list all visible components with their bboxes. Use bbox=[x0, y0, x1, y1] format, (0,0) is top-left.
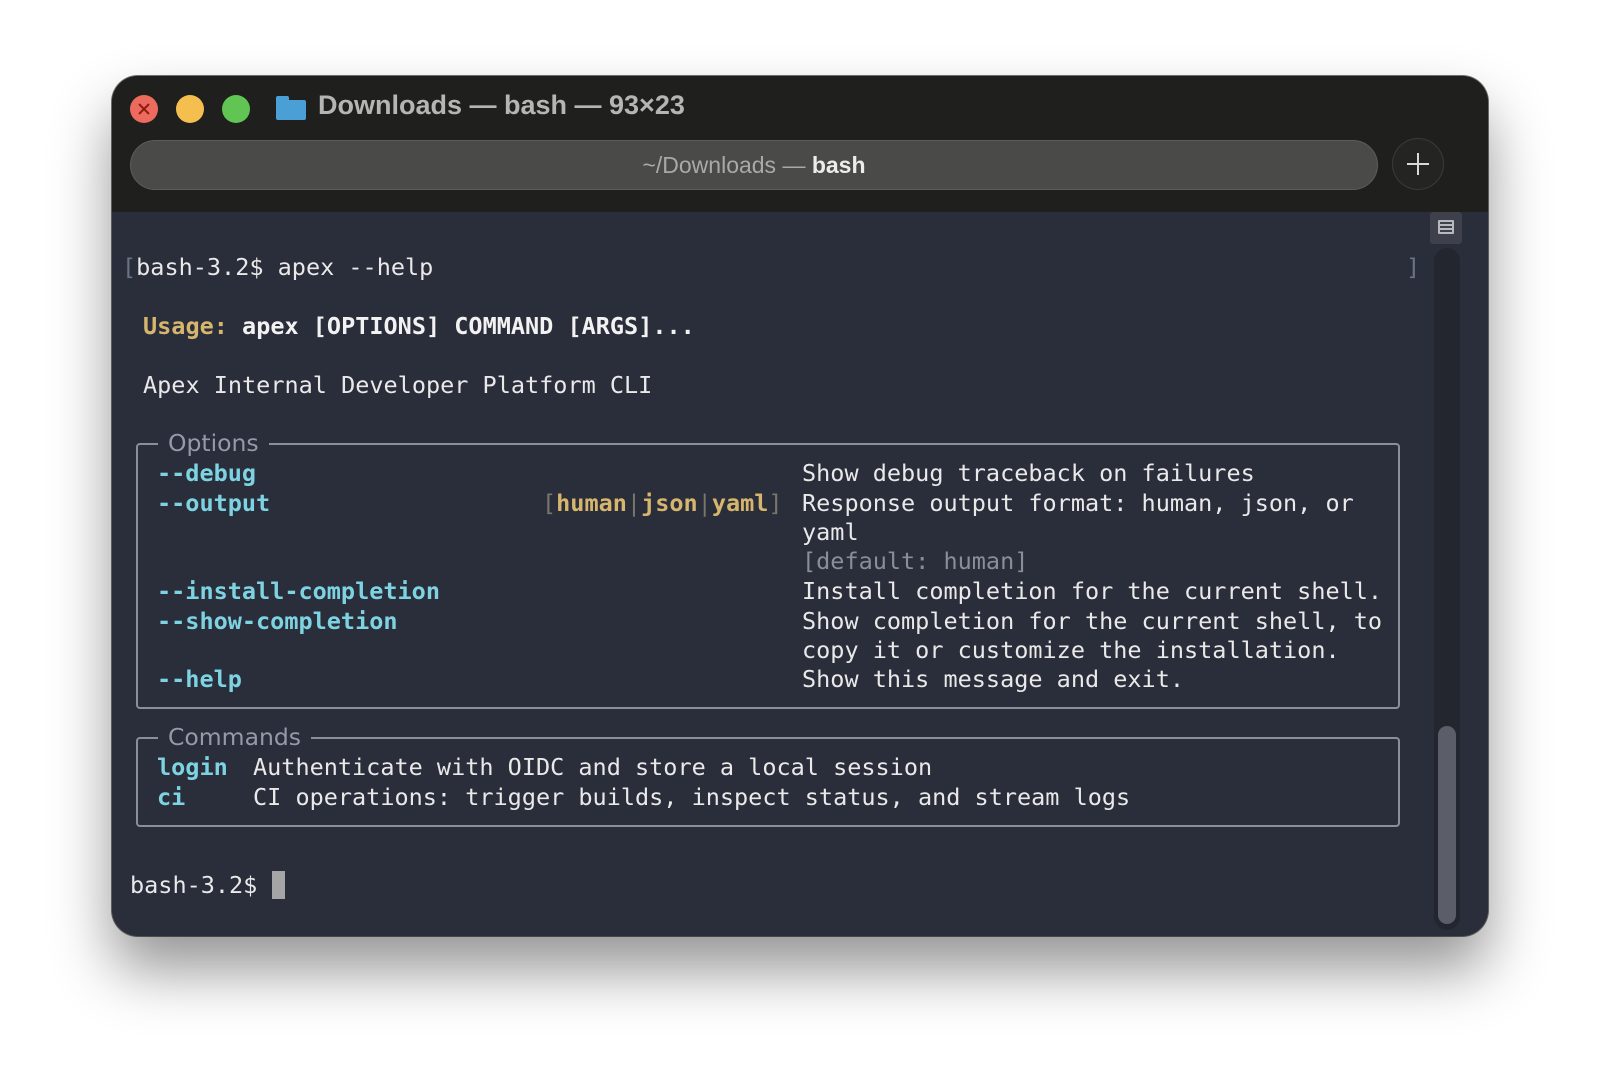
command-ci-name: ci bbox=[157, 783, 186, 811]
scrollbar[interactable] bbox=[1434, 248, 1460, 930]
option-output-help-line2: yaml bbox=[802, 518, 859, 546]
option-output-choices: [human|json|yaml] bbox=[542, 489, 783, 517]
options-panel-title: Options bbox=[158, 428, 269, 458]
sidebar-icon bbox=[1438, 220, 1454, 234]
usage-label: Usage: bbox=[143, 312, 228, 340]
choice-human: human bbox=[556, 489, 627, 517]
plus-icon bbox=[1407, 153, 1429, 175]
mark-open-bracket: [ bbox=[122, 253, 137, 281]
prompt: bash-3.2$ bbox=[130, 871, 258, 899]
command-ci-help: CI operations: trigger builds, inspect s… bbox=[253, 783, 1131, 811]
folder-icon bbox=[276, 96, 306, 120]
close-icon bbox=[138, 103, 150, 115]
terminal-output[interactable]: [bash-3.2$ apex --help ] Usage: apex [OP… bbox=[112, 212, 1462, 936]
option-install-completion-flag: --install-completion bbox=[157, 577, 440, 605]
new-tab-button[interactable] bbox=[1392, 138, 1444, 190]
mark-close-bracket: ] bbox=[1406, 253, 1421, 281]
tab-path: ~/Downloads — bbox=[642, 152, 812, 178]
option-output-help-line1: Response output format: human, json, or bbox=[802, 489, 1354, 517]
choice-json: json bbox=[641, 489, 698, 517]
option-show-completion-help-line1: Show completion for the current shell, t… bbox=[802, 607, 1383, 635]
option-output-default: [default: human] bbox=[802, 547, 1029, 575]
window-title: Downloads — bash — 93×23 bbox=[318, 90, 685, 120]
scroll-thumb[interactable] bbox=[1438, 726, 1456, 924]
option-debug-help: Show debug traceback on failures bbox=[802, 459, 1255, 487]
command-login-name: login bbox=[157, 753, 228, 781]
minimize-button[interactable] bbox=[176, 95, 204, 123]
option-help-flag: --help bbox=[157, 665, 242, 693]
tab-downloads-bash[interactable]: ~/Downloads — bash bbox=[130, 140, 1378, 190]
option-output-flag: --output bbox=[157, 489, 271, 517]
usage-line: Usage: apex [OPTIONS] COMMAND [ARGS]... bbox=[143, 311, 695, 341]
option-debug-flag: --debug bbox=[157, 459, 257, 487]
usage-text: apex [OPTIONS] COMMAND [ARGS]... bbox=[242, 312, 695, 340]
command-login-help: Authenticate with OIDC and store a local… bbox=[253, 753, 933, 781]
commands-panel-title: Commands bbox=[158, 722, 312, 752]
text-cursor bbox=[271, 871, 285, 899]
option-help-help: Show this message and exit. bbox=[802, 665, 1185, 693]
command-text: apex --help bbox=[277, 253, 434, 281]
tab-process: bash bbox=[811, 152, 866, 178]
title-bar: Downloads — bash — 93×23 ~/Downloads — b… bbox=[112, 76, 1488, 212]
cli-description: Apex Internal Developer Platform CLI bbox=[143, 371, 653, 399]
command-line: [bash-3.2$ apex --help bbox=[122, 252, 433, 282]
terminal-window: Downloads — bash — 93×23 ~/Downloads — b… bbox=[112, 76, 1488, 936]
choice-yaml: yaml bbox=[711, 489, 769, 517]
sidebar-toggle-button[interactable] bbox=[1430, 212, 1462, 244]
prompt: bash-3.2$ bbox=[136, 253, 264, 281]
current-prompt-line[interactable]: bash-3.2$ bbox=[130, 870, 285, 900]
option-show-completion-help-line2: copy it or customize the installation. bbox=[802, 636, 1340, 664]
maximize-button[interactable] bbox=[222, 95, 250, 123]
option-show-completion-flag: --show-completion bbox=[157, 607, 398, 635]
option-install-completion-help: Install completion for the current shell… bbox=[802, 577, 1383, 605]
close-button[interactable] bbox=[130, 95, 158, 123]
